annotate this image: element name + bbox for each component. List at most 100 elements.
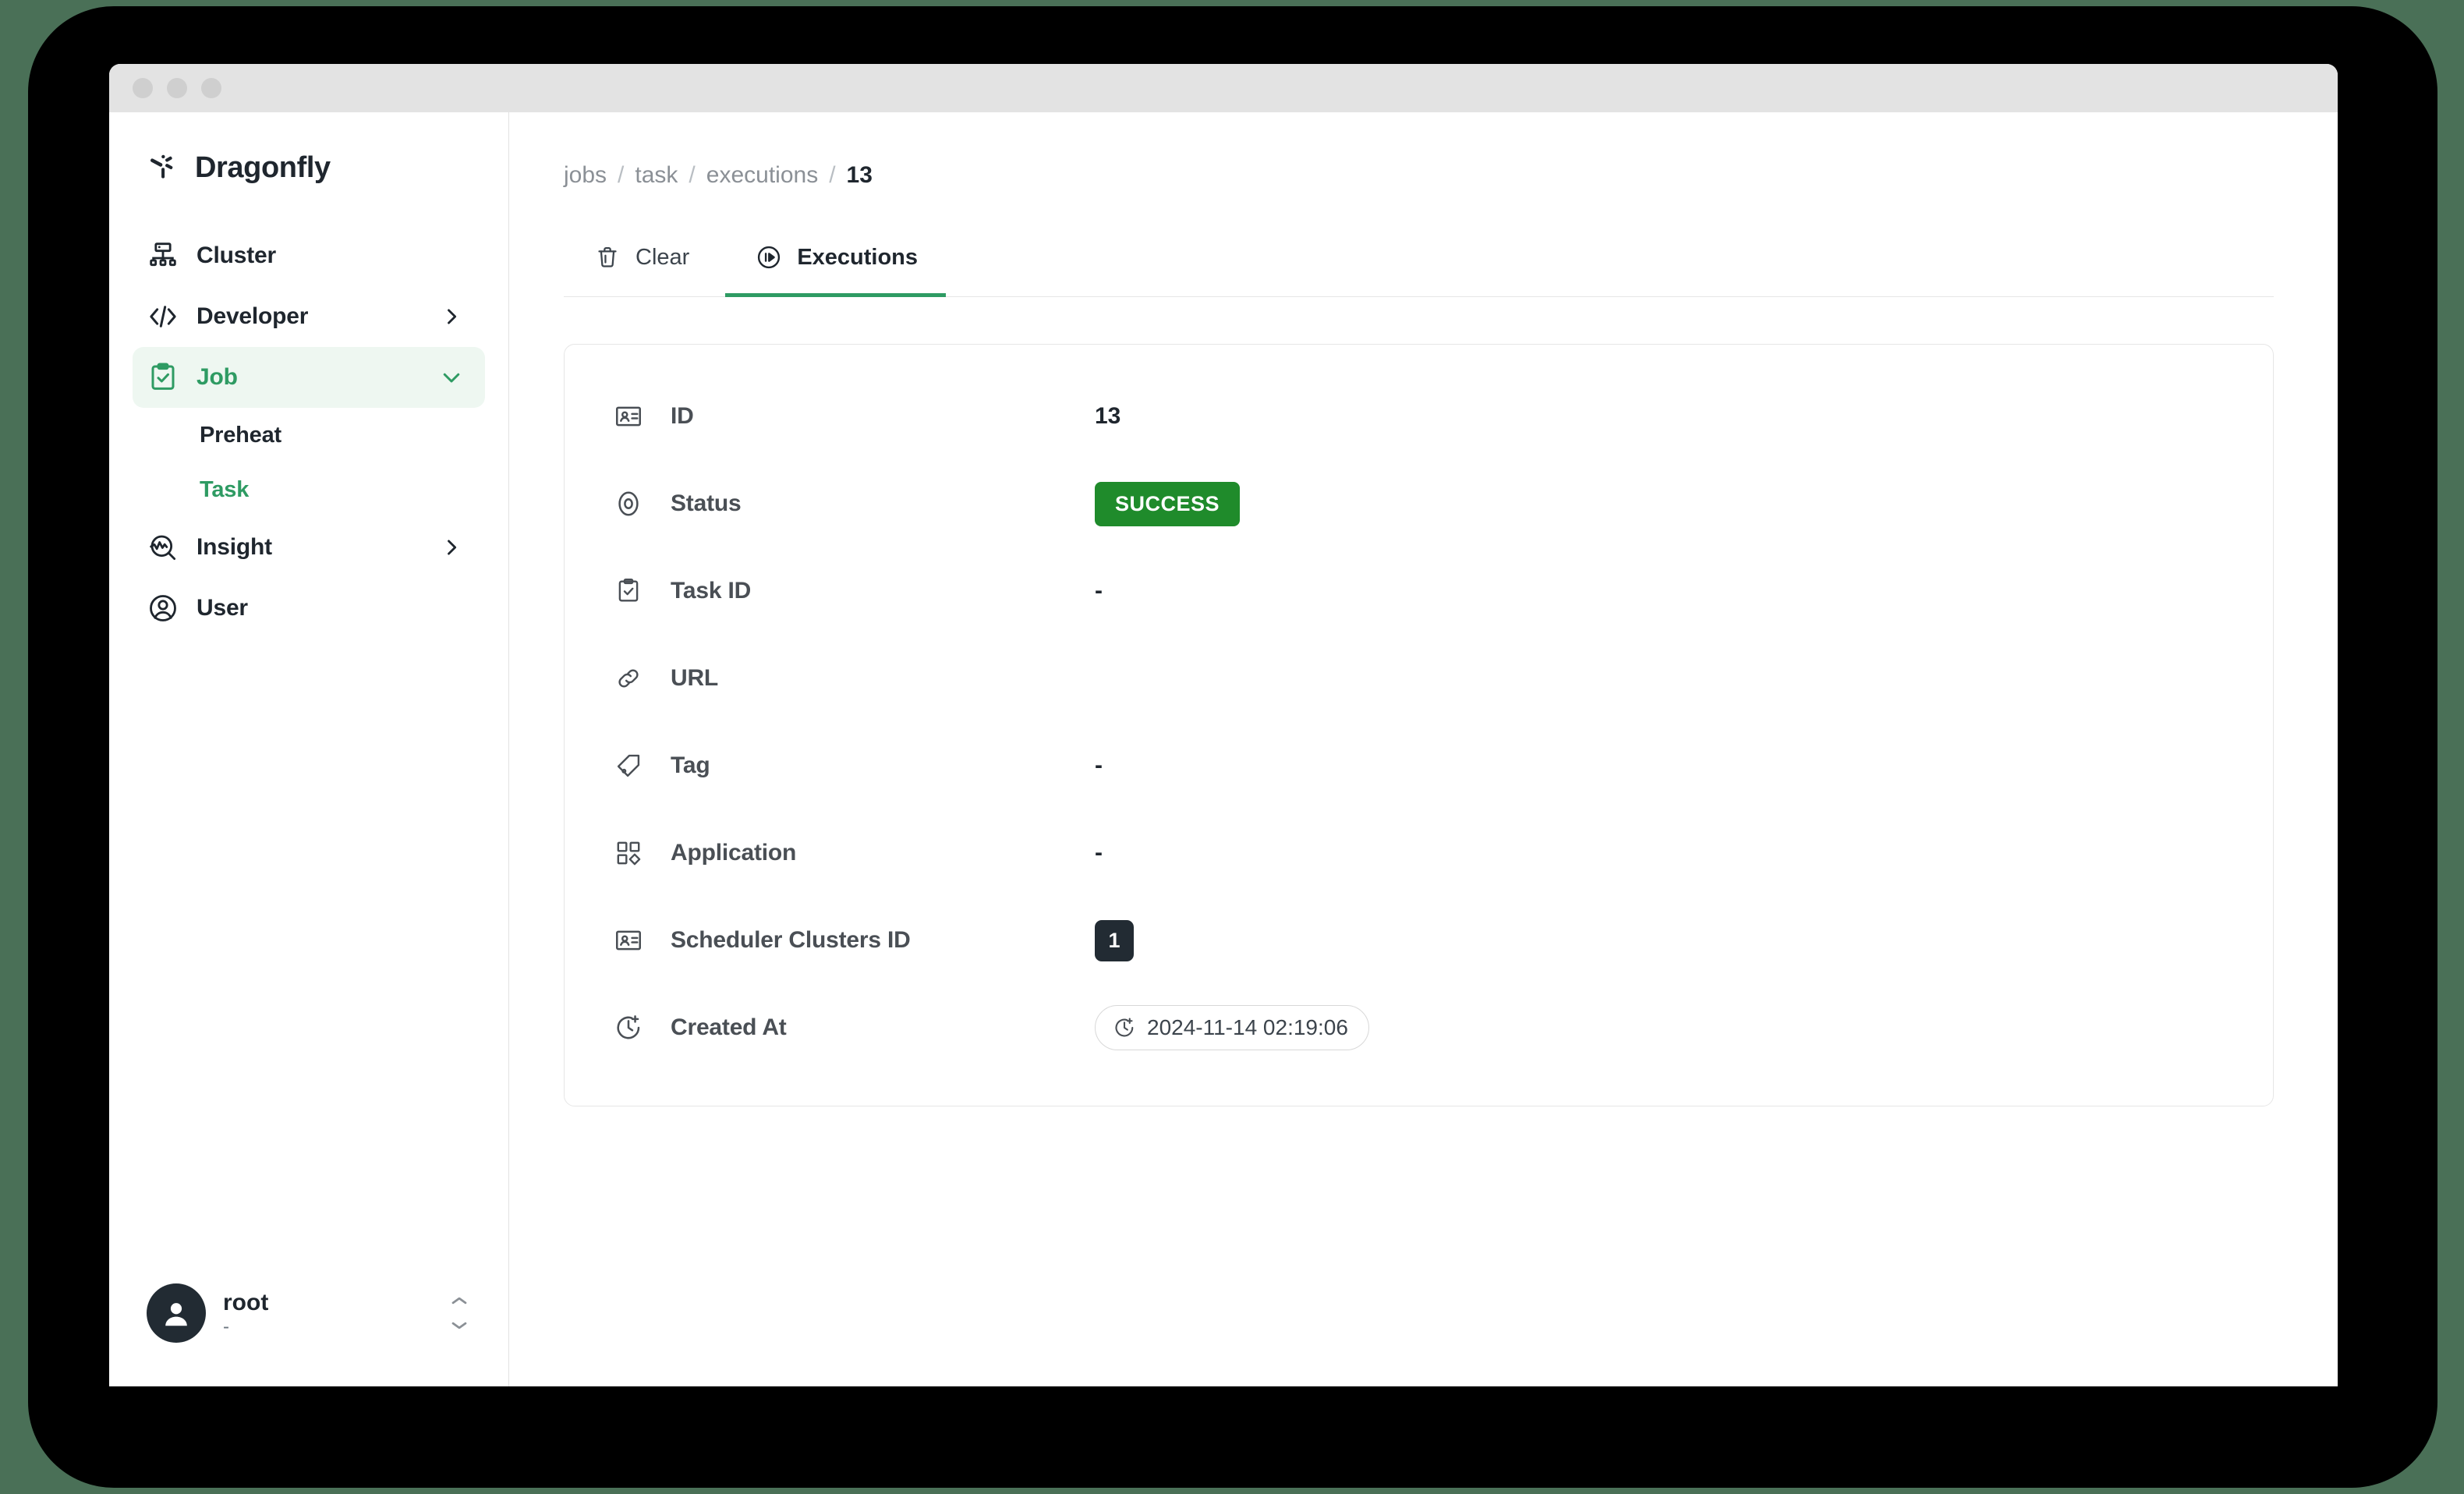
clipboard-check-icon: [147, 361, 179, 394]
user-text: root -: [223, 1290, 429, 1336]
detail-row-url: URL: [611, 635, 2226, 722]
code-icon: [147, 300, 179, 333]
detail-value: -: [1095, 840, 2226, 866]
detail-label-text: Tag: [671, 752, 710, 778]
sidebar-subitem-label: Preheat: [200, 422, 281, 448]
link-icon: [611, 661, 646, 696]
traffic-light-minimize-icon[interactable]: [167, 78, 187, 98]
tab-label: Clear: [635, 244, 690, 270]
detail-value: SUCCESS: [1095, 481, 2226, 526]
detail-label: Scheduler Clusters ID: [611, 923, 1095, 958]
user-circle-icon: [147, 592, 179, 625]
tab-executions[interactable]: Executions: [725, 229, 947, 297]
breadcrumb: jobs / task / executions / 13: [564, 112, 2274, 189]
status-circle-icon: [611, 487, 646, 521]
tag-icon: [611, 749, 646, 783]
detail-label-text: Application: [671, 840, 797, 866]
scheduler-cluster-chip: 1: [1095, 919, 1134, 961]
clock-plus-icon: [1111, 1014, 1138, 1041]
traffic-light-maximize-icon[interactable]: [201, 78, 221, 98]
detail-value-text: -: [1095, 578, 1103, 604]
user-subtitle: -: [223, 1316, 229, 1337]
sidebar-subitem-preheat[interactable]: Preheat: [133, 408, 485, 462]
id-card-icon: [611, 399, 646, 434]
cluster-icon: [147, 239, 179, 272]
breadcrumb-item-jobs[interactable]: jobs: [564, 162, 607, 189]
detail-row-application: Application -: [611, 809, 2226, 897]
detail-label: Task ID: [611, 574, 1095, 608]
detail-value: 1: [1095, 919, 2226, 961]
created-at-text: 2024-11-14 02:19:06: [1147, 1015, 1348, 1039]
breadcrumb-separator: /: [618, 162, 625, 188]
detail-row-tag: Tag -: [611, 722, 2226, 809]
chevron-down-icon: [438, 364, 465, 391]
detail-label-text: Task ID: [671, 578, 752, 604]
detail-label-text: Status: [671, 490, 742, 516]
breadcrumb-item-executions[interactable]: executions: [706, 162, 818, 189]
detail-value-text: -: [1095, 840, 1103, 866]
sidebar-item-user[interactable]: User: [133, 578, 485, 639]
apps-grid-icon: [611, 836, 646, 870]
tab-label: Executions: [797, 244, 919, 270]
chevron-up-down-icon[interactable]: [446, 1298, 473, 1329]
browser-titlebar: [109, 64, 2338, 112]
breadcrumb-item-task[interactable]: task: [635, 162, 678, 189]
breadcrumb-separator: /: [689, 162, 696, 188]
browser-window: Dragonfly Cluster Developer Job Preheat …: [109, 64, 2338, 1386]
detail-label-text: ID: [671, 403, 694, 429]
detail-label: ID: [611, 399, 1095, 434]
detail-label-text: URL: [671, 665, 719, 691]
sidebar-subitem-label: Task: [200, 476, 250, 502]
detail-value: -: [1095, 752, 2226, 779]
traffic-light-close-icon[interactable]: [133, 78, 153, 98]
detail-value-text: 13: [1095, 403, 1121, 429]
breadcrumb-item-id: 13: [846, 162, 873, 188]
sidebar: Dragonfly Cluster Developer Job Preheat …: [109, 112, 509, 1386]
sidebar-item-label: User: [196, 595, 248, 621]
brand-logo[interactable]: Dragonfly: [133, 112, 485, 225]
user-account-switcher[interactable]: root -: [133, 1283, 485, 1343]
id-card-icon: [611, 923, 646, 958]
app-body: Dragonfly Cluster Developer Job Preheat …: [109, 112, 2338, 1386]
sidebar-item-label: Cluster: [196, 243, 276, 268]
created-at-chip: 2024-11-14 02:19:06: [1095, 1005, 1369, 1050]
main-content: jobs / task / executions / 13 Clear Exec…: [509, 112, 2338, 1386]
execution-detail-card: ID 13 Status SUCCESS Task ID - URL Tag -…: [564, 344, 2274, 1106]
play-circle-icon: [753, 242, 784, 273]
sidebar-item-insight[interactable]: Insight: [133, 517, 485, 578]
sidebar-item-label: Developer: [196, 303, 309, 329]
sidebar-item-developer[interactable]: Developer: [133, 286, 485, 347]
detail-row-created-at: Created At 2024-11-14 02:19:06: [611, 984, 2226, 1071]
sidebar-item-label: Job: [196, 364, 238, 390]
detail-label: Created At: [611, 1011, 1095, 1045]
detail-label: Application: [611, 836, 1095, 870]
clipboard-check-icon: [611, 574, 646, 608]
status-badge: SUCCESS: [1095, 481, 1241, 526]
brand-name: Dragonfly: [195, 151, 331, 184]
sidebar-subitem-task[interactable]: Task: [133, 462, 485, 517]
breadcrumb-separator: /: [829, 162, 836, 188]
insight-search-icon: [147, 531, 179, 564]
clock-plus-icon: [611, 1011, 646, 1045]
chevron-right-icon: [438, 534, 465, 561]
sidebar-item-label: Insight: [196, 534, 272, 560]
detail-label-text: Created At: [671, 1014, 787, 1040]
sidebar-item-job[interactable]: Job: [133, 347, 485, 408]
trash-icon: [592, 242, 623, 273]
detail-label: Status: [611, 487, 1095, 521]
avatar: [147, 1283, 206, 1343]
detail-value-text: -: [1095, 752, 1103, 778]
detail-row-status: Status SUCCESS: [611, 460, 2226, 547]
user-name: root: [223, 1290, 269, 1315]
detail-value: -: [1095, 578, 2226, 604]
tab-clear[interactable]: Clear: [564, 229, 717, 297]
detail-value: 13: [1095, 403, 2226, 430]
detail-row-scheduler-clusters-id: Scheduler Clusters ID 1: [611, 897, 2226, 984]
detail-row-id: ID 13: [611, 373, 2226, 460]
sidebar-item-cluster[interactable]: Cluster: [133, 225, 485, 286]
detail-label: URL: [611, 661, 1095, 696]
tab-bar: Clear Executions: [564, 229, 2274, 297]
detail-label-text: Scheduler Clusters ID: [671, 927, 911, 953]
dragonfly-logo-icon: [147, 152, 179, 185]
